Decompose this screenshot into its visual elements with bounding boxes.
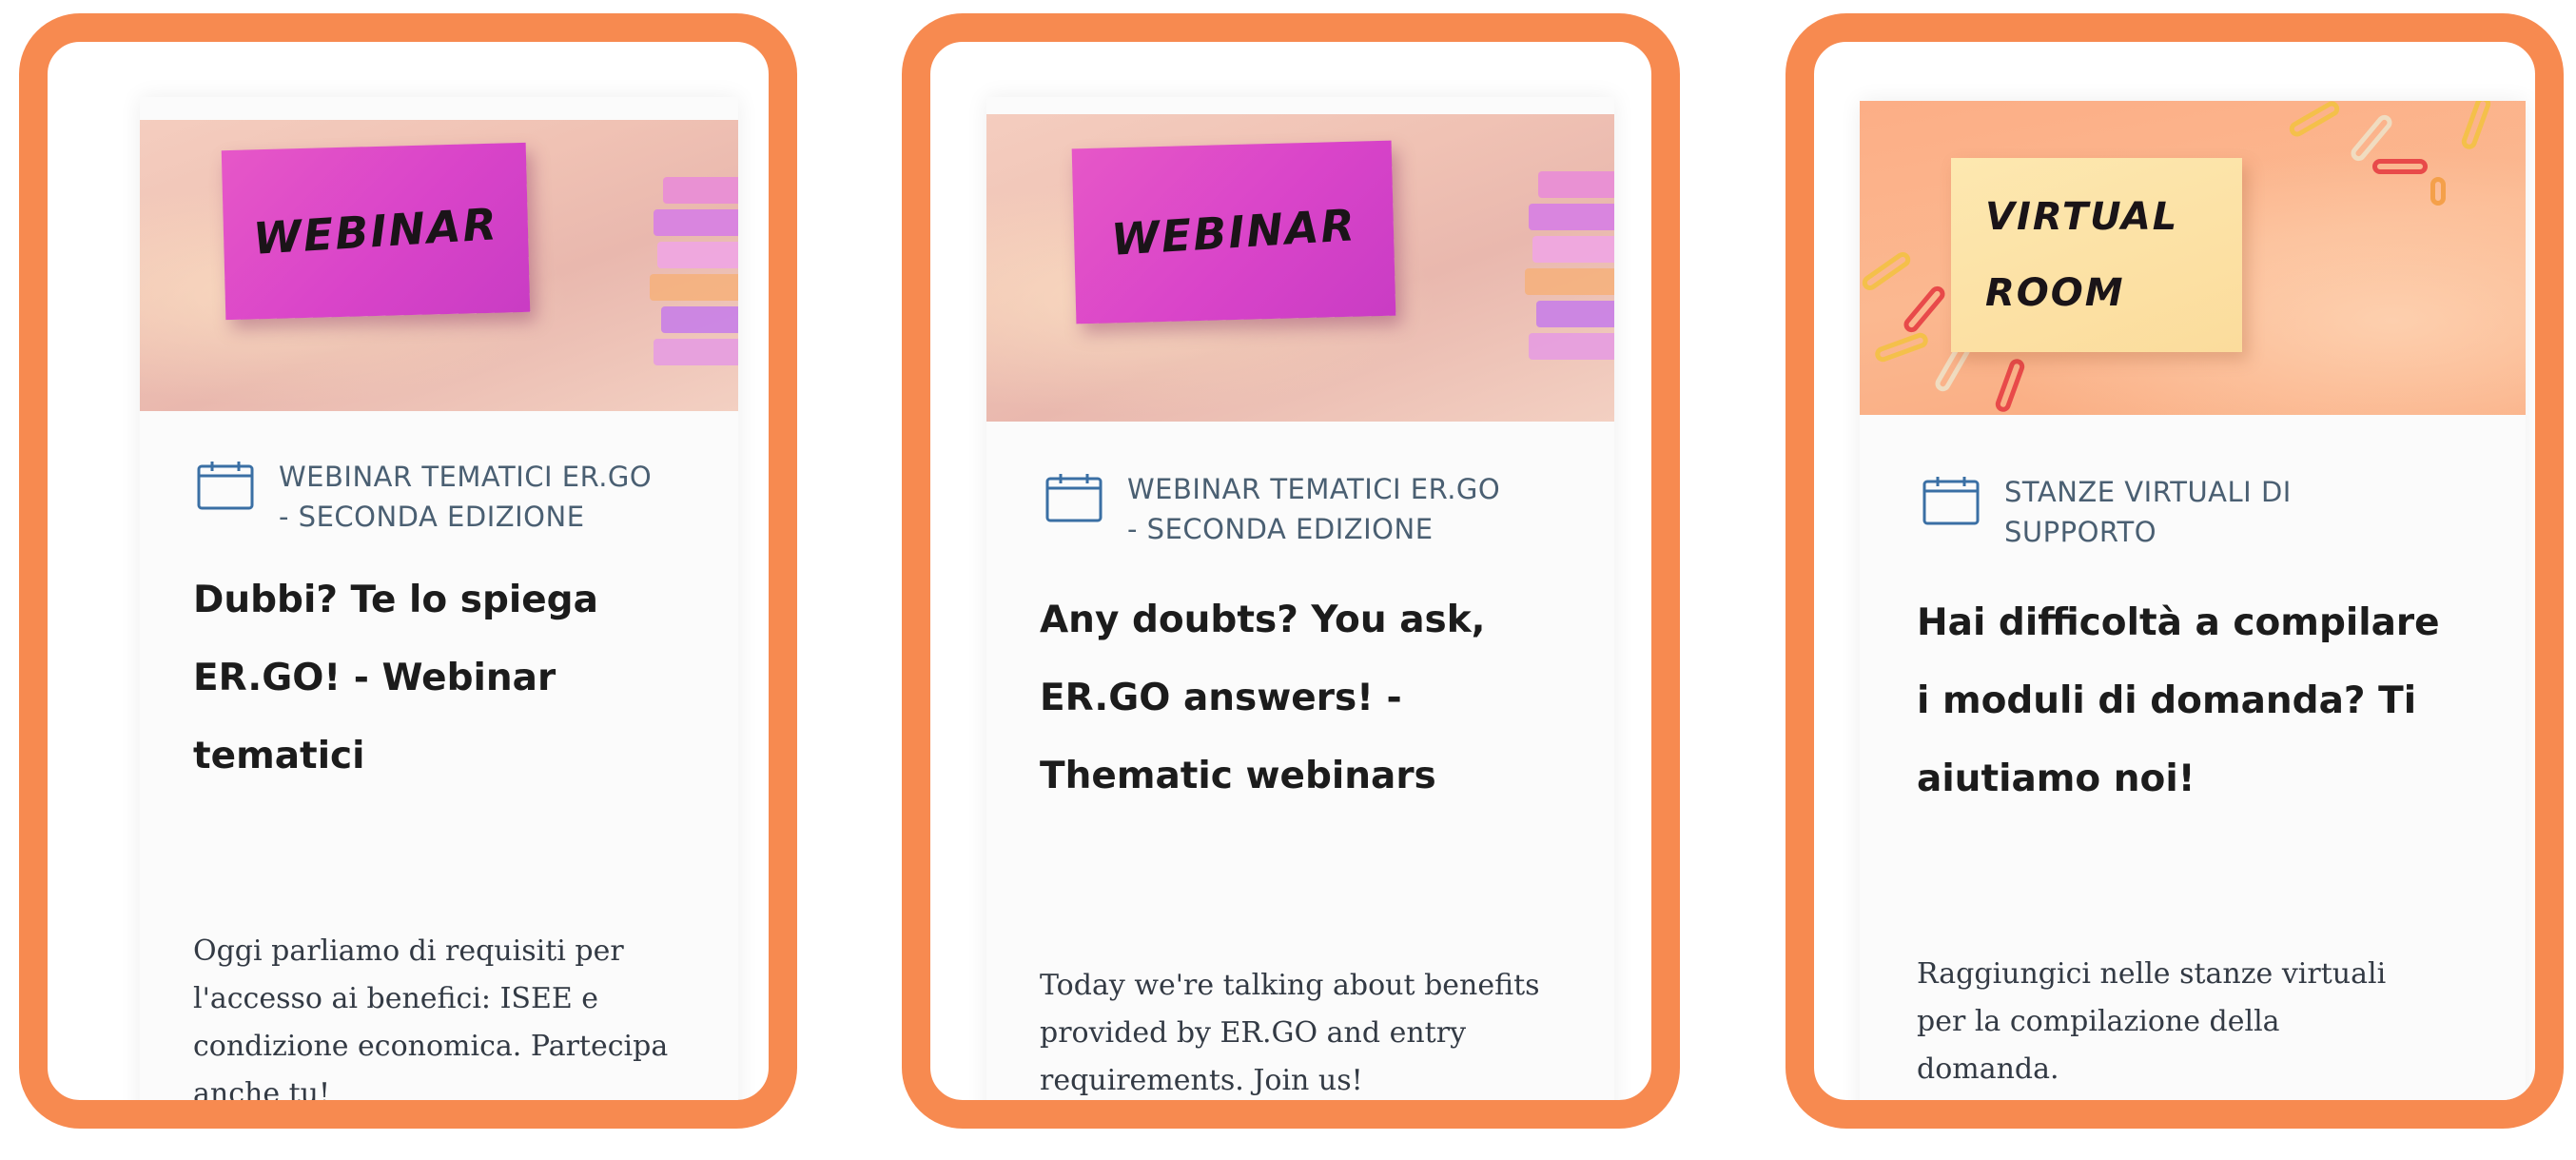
card-category[interactable]: WEBINAR TEMATICI ER.GO - SECONDA EDIZION… bbox=[1045, 469, 1500, 549]
card-image-virtual-room[interactable]: VIRTUAL ROOM bbox=[1860, 101, 2526, 415]
sticky-note: WEBINAR bbox=[221, 142, 531, 321]
paperclip-icon bbox=[1860, 248, 1914, 294]
card-title[interactable]: Any doubts? You ask, ER.GO answers! - Th… bbox=[1040, 581, 1591, 816]
paperclip-icon bbox=[1873, 330, 1930, 364]
news-card-webinar-en[interactable]: WEBINAR WEBINAR TEMATICI ER.GO - SECONDA… bbox=[986, 97, 1614, 1100]
highlight-frame-webinar-it: WEBINAR WEBINAR TEMATICI ER.GO - SECONDA… bbox=[19, 13, 797, 1129]
news-card-virtual-room[interactable]: VIRTUAL ROOM STANZE VIRTUALI DI SUPPORTO… bbox=[1860, 101, 2526, 1100]
category-label: WEBINAR TEMATICI ER.GO - SECONDA EDIZION… bbox=[279, 461, 653, 533]
decorative-tabs bbox=[644, 177, 738, 405]
calendar-icon bbox=[1045, 474, 1103, 522]
sticky-note: WEBINAR bbox=[1071, 140, 1396, 324]
sticky-note-text: WEBINAR bbox=[1109, 199, 1358, 265]
card-title[interactable]: Hai difficoltà a compilare i moduli di d… bbox=[1917, 584, 2507, 818]
highlight-frame-virtual-room: VIRTUAL ROOM STANZE VIRTUALI DI SUPPORTO… bbox=[1786, 13, 2564, 1129]
paperclip-icon bbox=[1993, 357, 2027, 414]
paperclip-icon bbox=[2372, 159, 2428, 174]
paperclip-icon bbox=[2430, 177, 2446, 206]
calendar-icon bbox=[197, 462, 254, 510]
category-label: STANZE VIRTUALI DI SUPPORTO bbox=[2004, 476, 2292, 548]
card-image-webinar[interactable]: WEBINAR bbox=[986, 114, 1614, 422]
news-card-webinar-it[interactable]: WEBINAR WEBINAR TEMATICI ER.GO - SECONDA… bbox=[140, 97, 738, 1111]
calendar-icon bbox=[1922, 477, 1980, 525]
card-category[interactable]: WEBINAR TEMATICI ER.GO - SECONDA EDIZION… bbox=[197, 457, 652, 537]
card-image-webinar[interactable]: WEBINAR bbox=[140, 120, 738, 411]
card-description: Oggi parliamo di requisiti per l'accesso… bbox=[193, 934, 669, 1111]
paperclip-icon bbox=[2459, 101, 2493, 151]
card-title[interactable]: Dubbi? Te lo spiega ER.GO! - Webinar tem… bbox=[193, 561, 707, 796]
highlight-frame-webinar-en: WEBINAR WEBINAR TEMATICI ER.GO - SECONDA… bbox=[902, 13, 1680, 1129]
paperclip-icon bbox=[2348, 111, 2395, 165]
sticky-note: VIRTUAL ROOM bbox=[1951, 158, 2242, 352]
paperclip-icon bbox=[2286, 101, 2343, 140]
category-label: WEBINAR TEMATICI ER.GO - SECONDA EDIZION… bbox=[1127, 473, 1501, 545]
decorative-tabs bbox=[1519, 171, 1614, 400]
paperclip-icon bbox=[1901, 283, 1948, 336]
sticky-note-text: WEBINAR bbox=[251, 198, 500, 265]
card-description: Raggiungici nelle stanze virtuali per la… bbox=[1917, 957, 2387, 1086]
sticky-note-text-line2: ROOM bbox=[1985, 271, 2125, 315]
sticky-note-text-line1: VIRTUAL bbox=[1985, 195, 2179, 239]
card-category[interactable]: STANZE VIRTUALI DI SUPPORTO bbox=[1922, 472, 2292, 552]
card-description: Today we're talking about benefits provi… bbox=[1040, 969, 1540, 1097]
